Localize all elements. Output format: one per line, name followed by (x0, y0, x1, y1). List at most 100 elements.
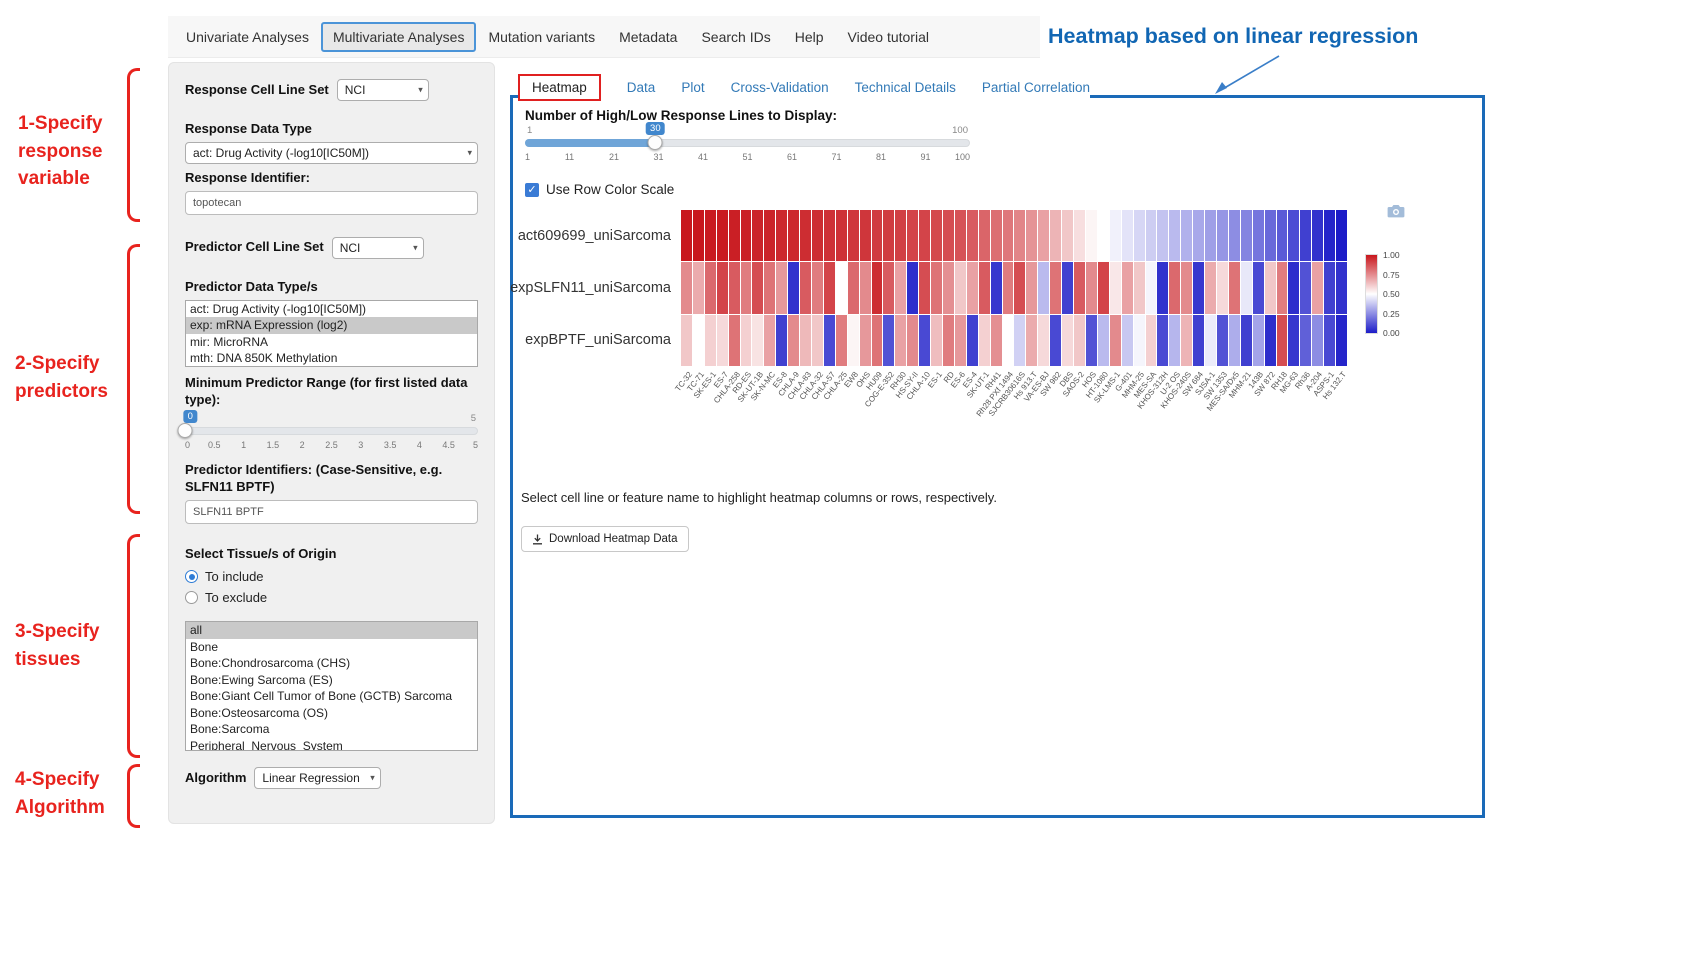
tab-heatmap[interactable]: Heatmap (518, 74, 601, 101)
listbox-option[interactable]: Bone:Osteosarcoma (OS) (186, 705, 477, 722)
heatmap-cell[interactable] (836, 262, 847, 313)
heatmap-cell[interactable] (1086, 210, 1097, 261)
slider-track[interactable] (185, 427, 478, 435)
heatmap-cell[interactable] (741, 262, 752, 313)
heatmap-cell[interactable] (1074, 262, 1085, 313)
heatmap-cell[interactable] (1014, 210, 1025, 261)
algorithm-select[interactable]: Linear Regression ▾ (254, 767, 380, 789)
heatmap-cell[interactable] (824, 210, 835, 261)
heatmap-row-label[interactable]: act609699_uniSarcoma (513, 210, 679, 262)
heatmap-cell[interactable] (1288, 315, 1299, 366)
heatmap-cell[interactable] (967, 262, 978, 313)
heatmap-cell[interactable] (848, 262, 859, 313)
heatmap-cell[interactable] (1277, 315, 1288, 366)
heatmap-cell[interactable] (776, 315, 787, 366)
heatmap-cell[interactable] (848, 210, 859, 261)
heatmap-cell[interactable] (729, 262, 740, 313)
heatmap-cell[interactable] (776, 262, 787, 313)
heatmap-cell[interactable] (919, 210, 930, 261)
heatmap-cell[interactable] (812, 262, 823, 313)
heatmap-cell[interactable] (1193, 210, 1204, 261)
heatmap-cell[interactable] (955, 210, 966, 261)
heatmap-cell[interactable] (1038, 315, 1049, 366)
heatmap-cell[interactable] (991, 262, 1002, 313)
heatmap-cell[interactable] (883, 210, 894, 261)
heatmap-cell[interactable] (764, 210, 775, 261)
heatmap-cell[interactable] (788, 210, 799, 261)
heatmap-cell[interactable] (1324, 315, 1335, 366)
listbox-option[interactable]: Bone:Sarcoma (186, 721, 477, 738)
heatmap-cell[interactable] (883, 262, 894, 313)
heatmap-cell[interactable] (1003, 262, 1014, 313)
tab-data[interactable]: Data (627, 80, 656, 95)
heatmap-cell[interactable] (1086, 262, 1097, 313)
predictor-cell-line-set-select[interactable]: NCI ▾ (332, 237, 424, 259)
heatmap-cell[interactable] (788, 315, 799, 366)
heatmap-cell[interactable] (1003, 210, 1014, 261)
heatmap-cell[interactable] (1241, 262, 1252, 313)
response-identifier-input[interactable]: topotecan (185, 191, 478, 215)
heatmap-cell[interactable] (812, 315, 823, 366)
heatmap-cell[interactable] (895, 315, 906, 366)
heatmap-cell[interactable] (764, 315, 775, 366)
heatmap-cell[interactable] (919, 315, 930, 366)
heatmap-cell[interactable] (979, 262, 990, 313)
heatmap-cell[interactable] (788, 262, 799, 313)
heatmap-cell[interactable] (741, 210, 752, 261)
heatmap-cell[interactable] (931, 210, 942, 261)
heatmap-cell[interactable] (872, 262, 883, 313)
predictor-data-type-listbox[interactable]: act: Drug Activity (-log10[IC50M])exp: m… (185, 300, 478, 367)
heatmap-cell[interactable] (1026, 315, 1037, 366)
heatmap-cell[interactable] (1074, 315, 1085, 366)
heatmap-cell[interactable] (681, 210, 692, 261)
heatmap-cell[interactable] (1312, 315, 1323, 366)
heatmap-cell[interactable] (1014, 315, 1025, 366)
heatmap-cell[interactable] (1134, 262, 1145, 313)
slider-handle[interactable] (178, 423, 193, 438)
heatmap-cell[interactable] (1217, 262, 1228, 313)
listbox-option[interactable]: act: Drug Activity (-log10[IC50M]) (186, 301, 477, 318)
heatmap-cell[interactable] (693, 315, 704, 366)
heatmap-cell[interactable] (717, 315, 728, 366)
nav-item-video-tutorial[interactable]: Video tutorial (836, 22, 941, 52)
heatmap-cell[interactable] (1122, 262, 1133, 313)
heatmap-cell[interactable] (1050, 262, 1061, 313)
heatmap-cell[interactable] (1229, 210, 1240, 261)
heatmap-cell[interactable] (1229, 262, 1240, 313)
heatmap-cell[interactable] (752, 210, 763, 261)
heatmap-cell[interactable] (860, 262, 871, 313)
heatmap-cell[interactable] (1110, 210, 1121, 261)
heatmap-cell[interactable] (776, 210, 787, 261)
nav-item-univariate-analyses[interactable]: Univariate Analyses (174, 22, 321, 52)
listbox-option[interactable]: Bone:Giant Cell Tumor of Bone (GCTB) Sar… (186, 688, 477, 705)
heatmap-cell[interactable] (1300, 315, 1311, 366)
heatmap-cell[interactable] (979, 315, 990, 366)
heatmap-cell[interactable] (812, 210, 823, 261)
nav-item-help[interactable]: Help (783, 22, 836, 52)
heatmap-cell[interactable] (955, 262, 966, 313)
heatmap-cell[interactable] (1277, 262, 1288, 313)
response-data-type-select[interactable]: act: Drug Activity (-log10[IC50M]) ▾ (185, 142, 478, 164)
heatmap-cell[interactable] (1193, 262, 1204, 313)
heatmap-cell[interactable] (681, 315, 692, 366)
heatmap-cell[interactable] (693, 262, 704, 313)
heatmap-cell[interactable] (1026, 210, 1037, 261)
heatmap-cell[interactable] (717, 262, 728, 313)
heatmap-cell[interactable] (1324, 210, 1335, 261)
heatmap-cell[interactable] (836, 210, 847, 261)
listbox-option[interactable]: mir: MicroRNA (186, 334, 477, 351)
heatmap-cell[interactable] (860, 210, 871, 261)
heatmap-cell[interactable] (1110, 262, 1121, 313)
heatmap-cell[interactable] (1253, 262, 1264, 313)
heatmap-cell[interactable] (1205, 315, 1216, 366)
row-color-scale-checkbox[interactable]: ✓ Use Row Color Scale (525, 182, 674, 197)
heatmap-cell[interactable] (1038, 262, 1049, 313)
heatmap-cell[interactable] (1098, 210, 1109, 261)
heatmap-cell[interactable] (1122, 210, 1133, 261)
heatmap-cell[interactable] (1157, 315, 1168, 366)
heatmap-cell[interactable] (1288, 262, 1299, 313)
heatmap-cell[interactable] (717, 210, 728, 261)
heatmap-cell[interactable] (943, 262, 954, 313)
tissue-exclude-radio[interactable]: To exclude (185, 590, 478, 605)
heatmap-cell[interactable] (800, 262, 811, 313)
